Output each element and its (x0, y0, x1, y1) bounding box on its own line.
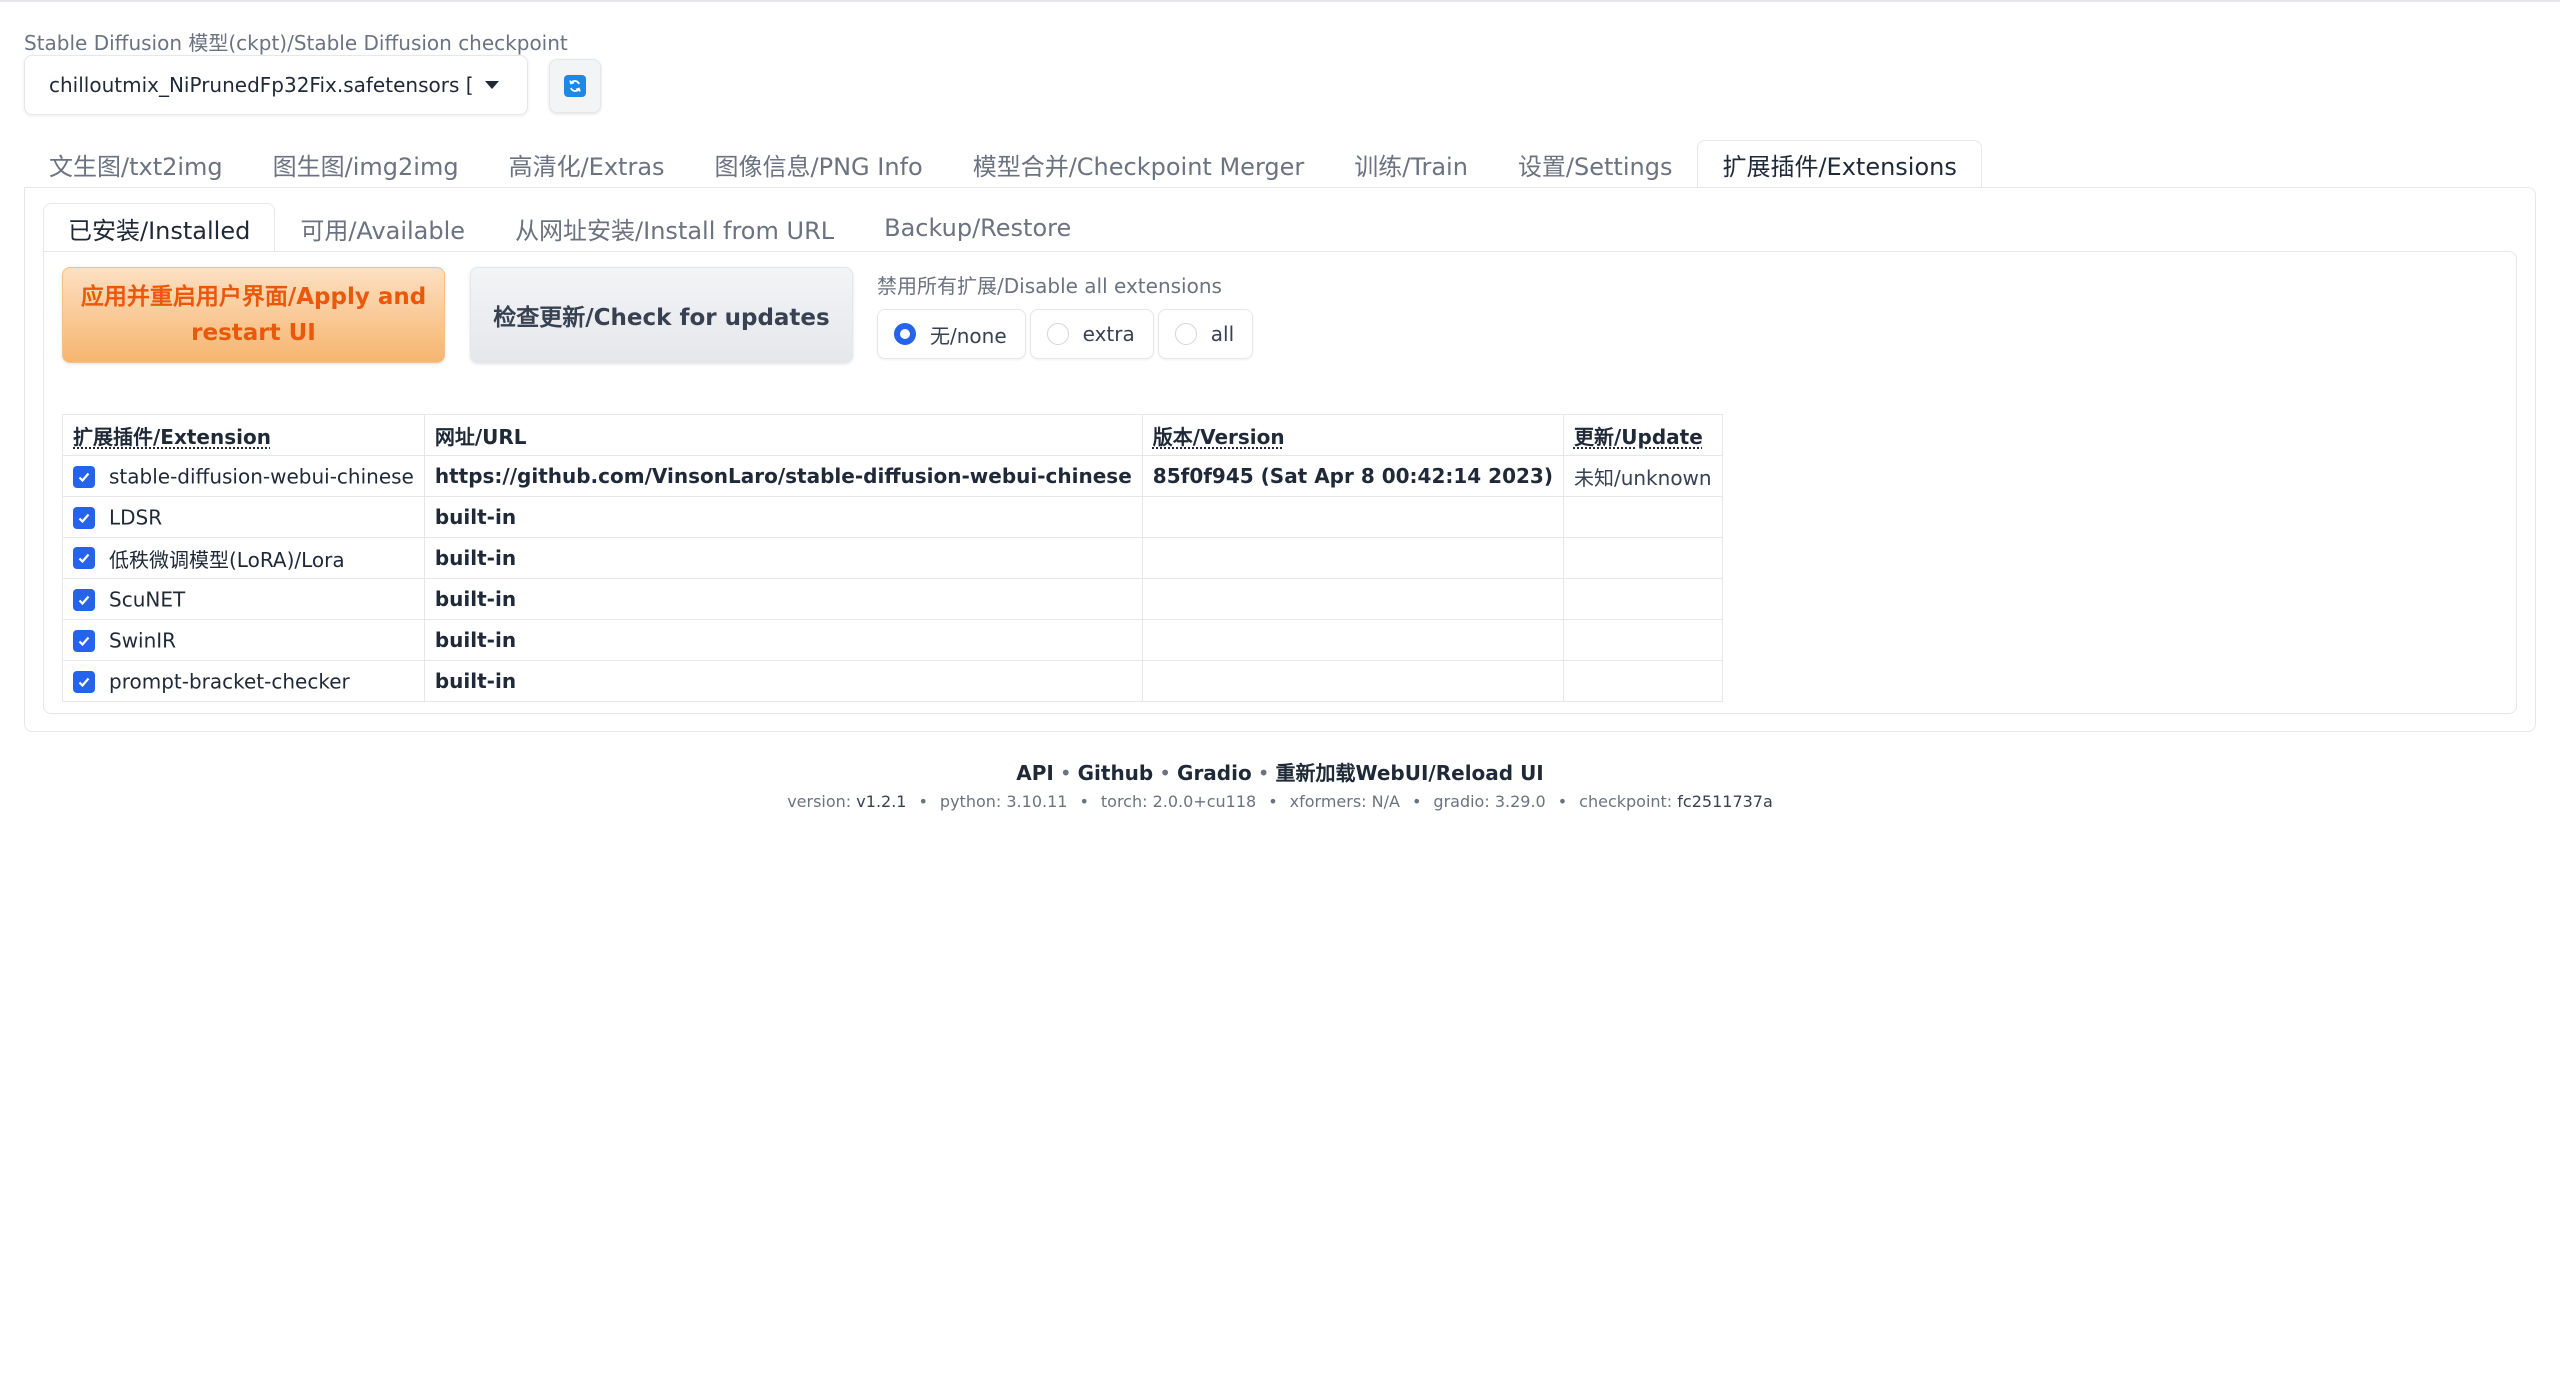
tab-img2img[interactable]: 图生图/img2img (248, 140, 484, 188)
version-cell (1141, 537, 1564, 579)
tab-installed[interactable]: 已安装/Installed (43, 203, 276, 252)
version-cell (1141, 496, 1564, 538)
footer-separator: • (1257, 761, 1270, 785)
table-header-row: 扩展插件/Extension 网址/URL 版本/Version 更新/Upda… (62, 414, 1723, 456)
extension-cell: prompt-bracket-checker (62, 660, 425, 702)
checkpoint-hash: fc2511737a (1677, 792, 1773, 811)
footer-separator: • (1059, 761, 1072, 785)
extension-cell: stable-diffusion-webui-chinese (62, 455, 425, 497)
checkpoint-value: chilloutmix_NiPrunedFp32Fix.safetensors … (49, 73, 473, 97)
extension-checkbox[interactable] (73, 465, 95, 488)
extension-cell: SwinIR (62, 619, 425, 661)
tab-txt2img[interactable]: 文生图/txt2img (24, 140, 248, 188)
torch-version: 2.0.0+cu118 (1152, 792, 1257, 811)
url-cell: built-in (423, 660, 1143, 702)
header-update: 更新/Update (1562, 414, 1723, 456)
url-cell: built-in (423, 537, 1143, 579)
header-extension: 扩展插件/Extension (62, 414, 425, 456)
table-row: prompt-bracket-checker built-in (62, 660, 1723, 702)
gradio-version: 3.29.0 (1494, 792, 1546, 811)
radio-all[interactable]: all (1157, 309, 1254, 359)
table-row: ScuNET built-in (62, 578, 1723, 620)
top-border (0, 0, 2560, 2)
update-cell (1562, 660, 1723, 702)
extension-checkbox[interactable] (73, 547, 95, 569)
footer-separator: • (1159, 761, 1172, 785)
checkpoint-label: Stable Diffusion 模型(ckpt)/Stable Diffusi… (24, 31, 568, 55)
version-value: v1.2.1 (856, 792, 907, 811)
xformers-version: N/A (1371, 792, 1400, 811)
version-separator: • (1557, 792, 1568, 811)
refresh-icon (564, 75, 586, 97)
url-cell: built-in (423, 496, 1143, 538)
tab-extras[interactable]: 高清化/Extras (484, 140, 690, 188)
extension-checkbox[interactable] (73, 588, 95, 611)
radio-dot-selected (894, 323, 916, 345)
header-url: 网址/URL (423, 414, 1143, 456)
footer-link-github[interactable]: Github (1078, 761, 1154, 785)
sub-tab-bar: 已安装/Installed 可用/Available 从网址安装/Install… (43, 203, 1096, 252)
update-cell (1562, 537, 1723, 579)
footer-link-reload[interactable]: 重新加载WebUI/Reload UI (1276, 761, 1544, 785)
version-cell (1141, 578, 1564, 620)
disable-extensions-radio-group: 无/none extra all (877, 309, 1254, 359)
update-cell (1562, 578, 1723, 620)
update-cell: 未知/unknown (1562, 455, 1723, 497)
version-cell: 85f0f945 (Sat Apr 8 00:42:14 2023) (1141, 455, 1564, 497)
python-version: 3.10.11 (1006, 792, 1068, 811)
version-separator: • (1411, 792, 1422, 811)
tab-backup-restore[interactable]: Backup/Restore (859, 203, 1096, 252)
table-row: stable-diffusion-webui-chinese https://g… (62, 455, 1723, 497)
radio-none[interactable]: 无/none (877, 309, 1026, 359)
radio-extra[interactable]: extra (1029, 309, 1154, 359)
radio-extra-label: extra (1082, 322, 1135, 346)
checkpoint-dropdown[interactable]: chilloutmix_NiPrunedFp32Fix.safetensors … (24, 55, 528, 115)
check-updates-button[interactable]: 检查更新/Check for updates (470, 267, 853, 363)
radio-dot (1174, 323, 1197, 345)
chevron-down-icon (485, 81, 499, 89)
apply-restart-button[interactable]: 应用并重启用户界面/Apply and restart UI (62, 267, 445, 363)
header-version: 版本/Version (1141, 414, 1564, 456)
extensions-table: 扩展插件/Extension 网址/URL 版本/Version 更新/Upda… (62, 414, 1723, 702)
footer-link-gradio[interactable]: Gradio (1177, 761, 1252, 785)
radio-dot (1046, 323, 1069, 345)
main-tab-bar: 文生图/txt2img 图生图/img2img 高清化/Extras 图像信息/… (24, 140, 1982, 188)
version-cell (1141, 660, 1564, 702)
tab-available[interactable]: 可用/Available (275, 203, 490, 252)
table-row: 低秩微调模型(LoRA)/Lora built-in (62, 537, 1723, 579)
extension-checkbox[interactable] (73, 670, 95, 693)
apply-button-line1: 应用并重启用户界面/Apply and (80, 284, 427, 310)
url-cell: built-in (423, 578, 1143, 620)
extension-cell: 低秩微调模型(LoRA)/Lora (62, 537, 425, 579)
version-separator: • (1268, 792, 1278, 811)
update-cell (1562, 496, 1723, 538)
url-cell[interactable]: https://github.com/VinsonLaro/stable-dif… (423, 455, 1143, 497)
disable-extensions-label: 禁用所有扩展/Disable all extensions (877, 274, 1222, 298)
footer-versions: version: v1.2.1 • python: 3.10.11 • torch: 2… (787, 792, 1773, 811)
tab-extensions[interactable]: 扩展插件/Extensions (1697, 140, 1982, 188)
table-row: SwinIR built-in (62, 619, 1723, 661)
footer-link-api[interactable]: API (1016, 761, 1054, 785)
footer-links: API • Github • Gradio • 重新加载WebUI/Reload UI (0, 757, 2560, 786)
extension-checkbox[interactable] (73, 629, 95, 652)
refresh-checkpoint-button[interactable] (549, 59, 601, 113)
tab-install-from-url[interactable]: 从网址安装/Install from URL (490, 203, 859, 252)
extension-cell: LDSR (62, 496, 425, 538)
version-separator: • (918, 792, 928, 811)
table-row: LDSR built-in (62, 496, 1723, 538)
radio-none-label: 无/none (930, 323, 1007, 348)
version-cell (1141, 619, 1564, 661)
update-cell (1562, 619, 1723, 661)
extension-checkbox[interactable] (73, 506, 95, 529)
extension-cell: ScuNET (62, 578, 425, 620)
tab-png-info[interactable]: 图像信息/PNG Info (690, 140, 948, 188)
radio-all-label: all (1210, 322, 1235, 346)
tab-train[interactable]: 训练/Train (1329, 140, 1493, 188)
tab-checkpoint-merger[interactable]: 模型合并/Checkpoint Merger (948, 140, 1330, 188)
url-cell: built-in (423, 619, 1143, 661)
apply-button-line2: restart UI (191, 320, 316, 346)
tab-settings[interactable]: 设置/Settings (1493, 140, 1698, 188)
version-separator: • (1079, 792, 1089, 811)
